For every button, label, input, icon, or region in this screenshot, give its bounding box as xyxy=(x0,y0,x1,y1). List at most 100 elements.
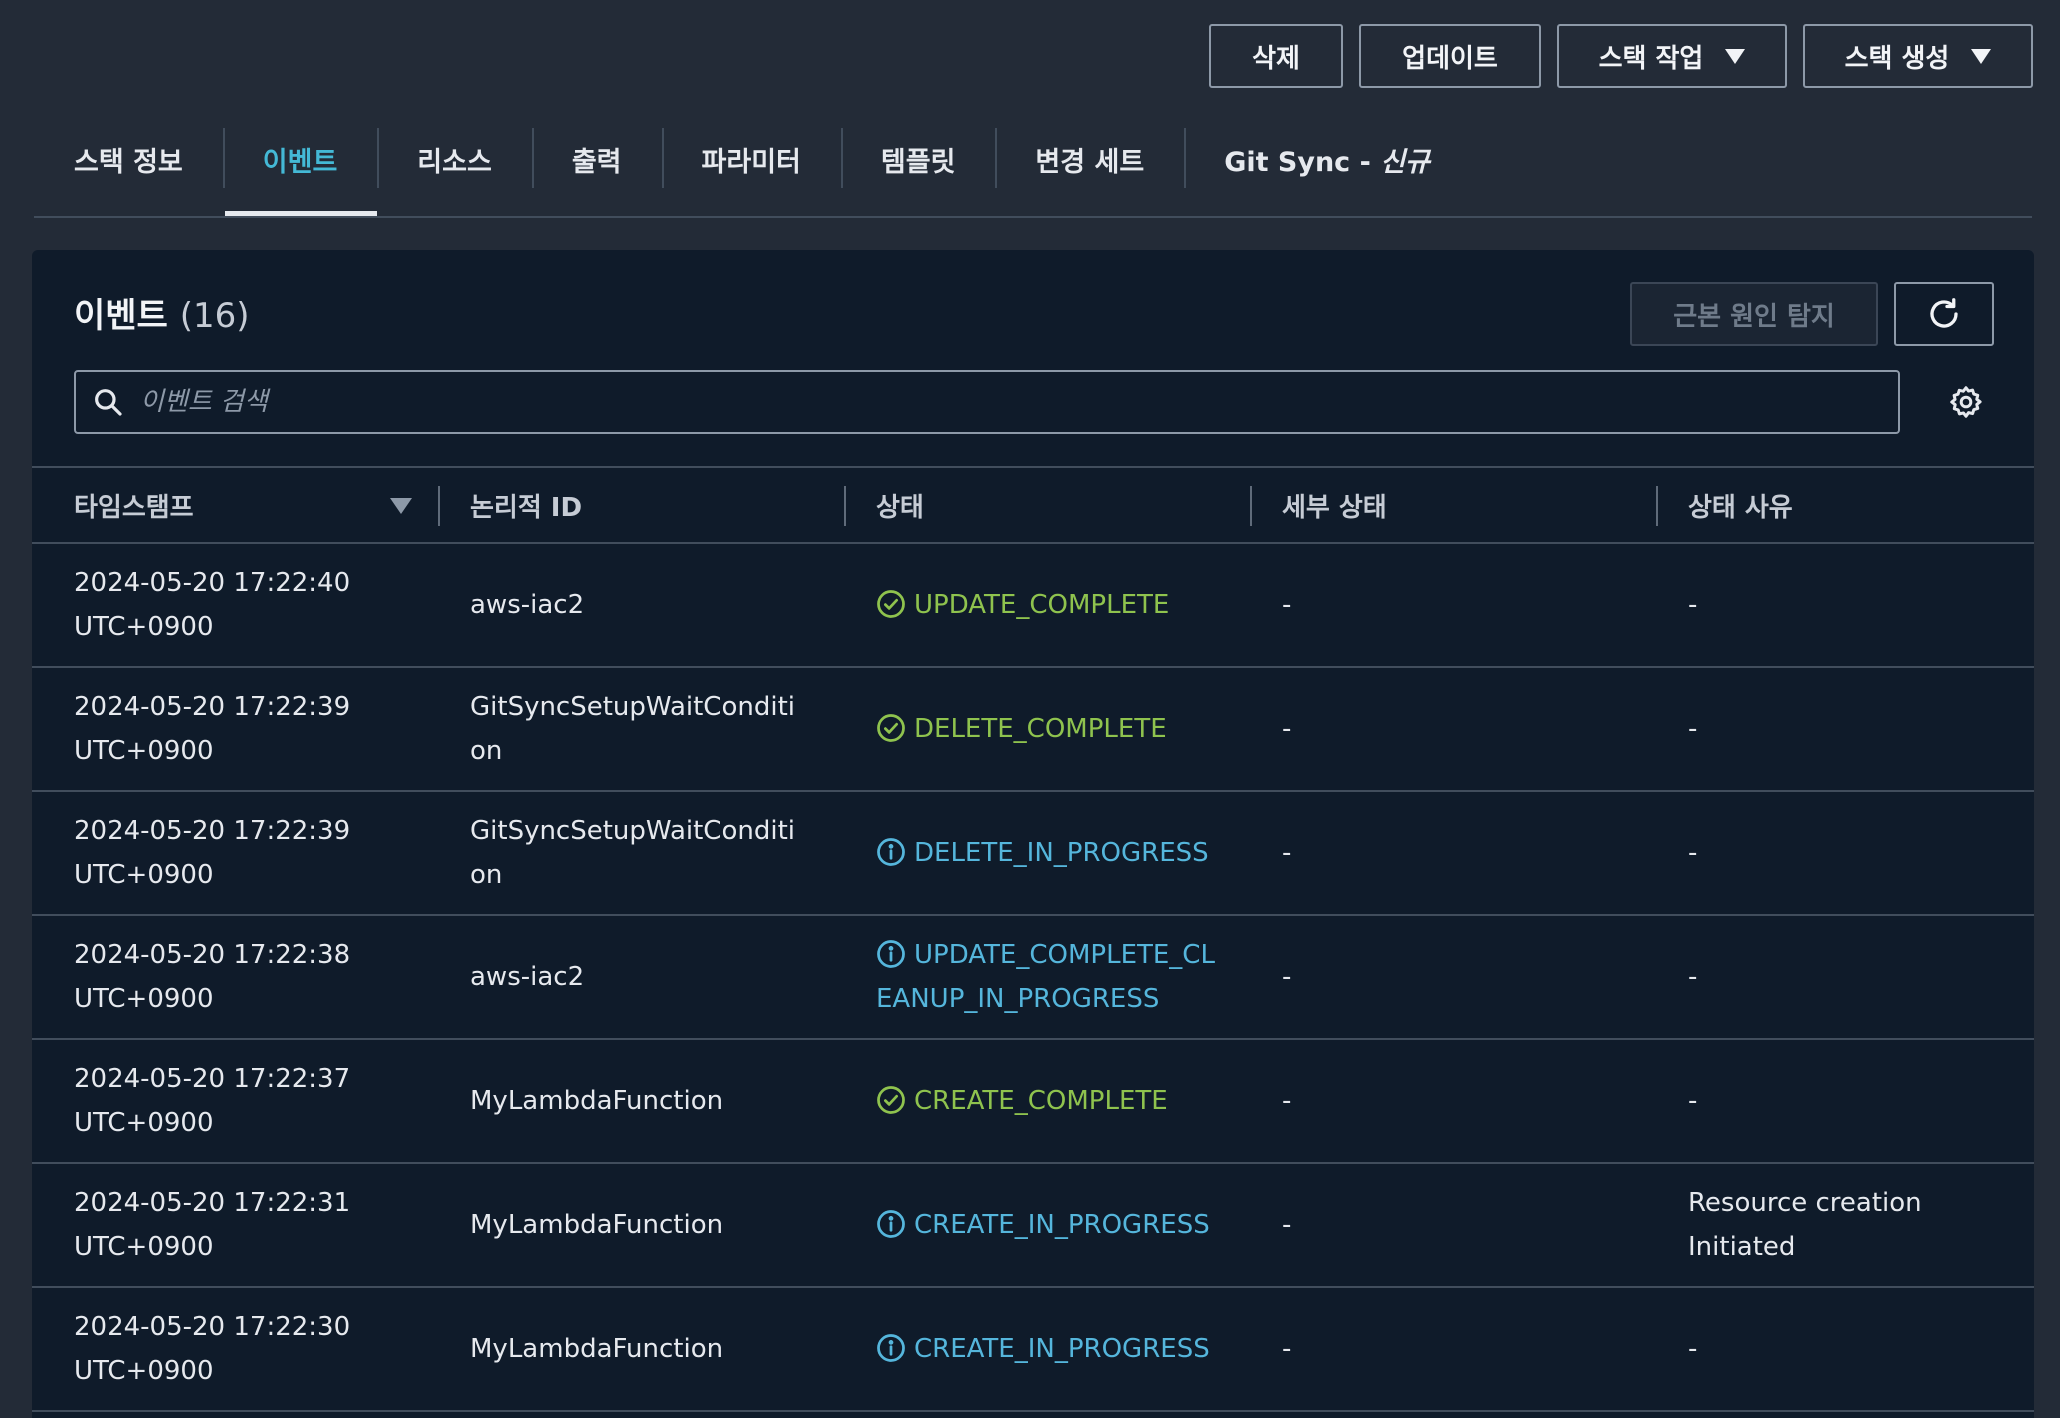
tab-events[interactable]: 이벤트 xyxy=(222,128,378,216)
event-count: (16) xyxy=(179,296,250,336)
status-text: DELETE_COMPLETE xyxy=(914,714,1167,744)
cell-detailed-status: - xyxy=(1282,714,1292,744)
tab-parameters[interactable]: 파라미터 xyxy=(661,128,841,214)
tab-stack-info[interactable]: 스택 정보 xyxy=(34,128,223,214)
table-row: 2024-05-20 17:22:31 UTC+0900 MyLambdaFun… xyxy=(32,1164,2034,1288)
cell-status: CREATE_IN_PROGRESS xyxy=(846,1164,1252,1286)
stack-actions-toolbar: 삭제 업데이트 스택 작업 스택 생성 xyxy=(1209,24,2033,88)
tab-label: 리소스 xyxy=(417,147,492,178)
header-status-reason[interactable]: 상태 사유 xyxy=(1658,468,2034,542)
cell-detailed-status: - xyxy=(1282,1210,1292,1240)
gear-icon xyxy=(1950,386,1982,418)
cell-logical-id: MyLambdaFunction xyxy=(470,1086,724,1116)
cell-logical-id: MyLambdaFunction xyxy=(470,1210,724,1240)
delete-button-label: 삭제 xyxy=(1252,43,1300,74)
cell-status-reason: - xyxy=(1688,1086,1698,1116)
status-text: UPDATE_COMPLETE xyxy=(914,590,1170,620)
tab-label: 변경 세트 xyxy=(1035,147,1145,178)
cell-status: DELETE_COMPLETE xyxy=(846,668,1252,790)
caret-down-icon xyxy=(1971,48,1992,64)
table-row: 2024-05-20 17:22:37 UTC+0900 MyLambdaFun… xyxy=(32,1040,2034,1164)
cell-status: DELETE_IN_PROGRESS xyxy=(846,792,1252,914)
tab-git-sync-label: Git Sync - xyxy=(1224,147,1381,178)
stack-action-dropdown[interactable]: 스택 작업 xyxy=(1557,24,1787,88)
tab-git-sync[interactable]: Git Sync - 신규 xyxy=(1184,128,1470,214)
tab-label: 출력 xyxy=(571,147,622,178)
refresh-button[interactable] xyxy=(1894,282,1994,346)
cell-logical-id: aws-iac2 xyxy=(470,590,585,620)
status-indicator: CREATE_COMPLETE xyxy=(876,1079,1188,1123)
delete-button[interactable]: 삭제 xyxy=(1209,24,1343,88)
cell-logical-id: GitSyncSetupWaitCondition xyxy=(470,692,795,766)
status-indicator: CREATE_IN_PROGRESS xyxy=(876,1203,1230,1247)
create-stack-label: 스택 생성 xyxy=(1844,43,1950,74)
search-input[interactable] xyxy=(138,371,1898,433)
info-circle-icon xyxy=(877,838,905,866)
status-indicator: DELETE_COMPLETE xyxy=(876,707,1187,751)
panel-title-text: 이벤트 xyxy=(74,296,168,336)
header-detailed-status[interactable]: 세부 상태 xyxy=(1252,468,1658,542)
cell-detailed-status: - xyxy=(1282,962,1292,992)
stack-tabs: 스택 정보 이벤트 리소스 출력 파라미터 템플릿 변경 세트 Git Sync… xyxy=(34,128,2032,218)
tab-resources[interactable]: 리소스 xyxy=(377,128,532,214)
root-cause-detection-label: 근본 원인 탐지 xyxy=(1673,301,1835,332)
status-indicator: DELETE_IN_PROGRESS xyxy=(876,831,1229,875)
status-text: DELETE_IN_PROGRESS xyxy=(914,838,1209,868)
tab-change-sets[interactable]: 변경 세트 xyxy=(995,128,1184,214)
sort-descending-icon[interactable] xyxy=(390,498,412,514)
root-cause-detection-button[interactable]: 근본 원인 탐지 xyxy=(1630,282,1878,346)
stack-action-label: 스택 작업 xyxy=(1598,43,1704,74)
cell-status: UPDATE_COMPLETE_CLEANUP_IN_PROGRESS xyxy=(846,916,1252,1038)
table-row: 2024-05-20 17:22:39 UTC+0900 GitSyncSetu… xyxy=(32,668,2034,792)
check-circle-icon xyxy=(877,590,905,618)
cell-detailed-status: - xyxy=(1282,838,1292,868)
cell-status-reason: - xyxy=(1688,838,1698,868)
check-circle-icon xyxy=(877,714,905,742)
caret-down-icon xyxy=(1725,48,1746,64)
cell-detailed-status: - xyxy=(1282,1086,1292,1116)
cell-detailed-status: - xyxy=(1282,590,1292,620)
header-logical-id[interactable]: 논리적 ID xyxy=(440,468,846,542)
header-timestamp-label: 타임스탬프 xyxy=(74,492,194,523)
update-button[interactable]: 업데이트 xyxy=(1359,24,1541,88)
status-text: UPDATE_COMPLETE_CLEANUP_IN_PROGRESS xyxy=(876,940,1215,1014)
update-button-label: 업데이트 xyxy=(1402,43,1498,74)
create-stack-dropdown[interactable]: 스택 생성 xyxy=(1803,24,2033,88)
header-status-label: 상태 xyxy=(876,492,924,523)
cell-logical-id: GitSyncSetupWaitCondition xyxy=(470,816,795,890)
header-timestamp[interactable]: 타임스탬프 xyxy=(32,468,440,542)
cell-status: UPDATE_COMPLETE xyxy=(846,544,1252,666)
tab-outputs[interactable]: 출력 xyxy=(531,128,662,214)
tab-template[interactable]: 템플릿 xyxy=(840,128,996,214)
tab-label: 파라미터 xyxy=(701,147,801,178)
header-status-reason-label: 상태 사유 xyxy=(1688,492,1793,523)
status-indicator: CREATE_IN_PROGRESS xyxy=(876,1327,1230,1371)
refresh-icon xyxy=(1930,298,1958,328)
events-table: 타임스탬프 논리적 ID 상태 세부 상태 상태 사유 2024-05-20 1… xyxy=(32,466,2034,1412)
header-detailed-status-label: 세부 상태 xyxy=(1282,492,1387,523)
cell-timestamp: 2024-05-20 17:22:30 UTC+0900 xyxy=(74,1312,351,1386)
cell-timestamp: 2024-05-20 17:22:40 UTC+0900 xyxy=(74,568,351,642)
search-box xyxy=(74,370,1900,434)
table-settings-button[interactable] xyxy=(1946,382,1986,422)
cell-timestamp: 2024-05-20 17:22:39 UTC+0900 xyxy=(74,692,351,766)
cell-timestamp: 2024-05-20 17:22:37 UTC+0900 xyxy=(74,1064,351,1138)
tab-label: 이벤트 xyxy=(262,147,338,178)
cell-status-reason: - xyxy=(1688,962,1698,992)
info-circle-icon xyxy=(877,940,905,968)
check-circle-icon xyxy=(877,1086,905,1114)
info-circle-icon xyxy=(877,1334,905,1362)
table-row: 2024-05-20 17:22:39 UTC+0900 GitSyncSetu… xyxy=(32,792,2034,916)
table-header: 타임스탬프 논리적 ID 상태 세부 상태 상태 사유 xyxy=(32,466,2034,544)
status-indicator: UPDATE_COMPLETE_CLEANUP_IN_PROGRESS xyxy=(876,933,1236,1021)
status-text: CREATE_COMPLETE xyxy=(914,1086,1168,1116)
cell-status-reason: - xyxy=(1688,1334,1698,1364)
tab-label: Git Sync - 신규 xyxy=(1184,140,1470,179)
header-status[interactable]: 상태 xyxy=(846,468,1252,542)
status-indicator: UPDATE_COMPLETE xyxy=(876,583,1189,627)
cell-logical-id: aws-iac2 xyxy=(470,962,585,992)
table-row: 2024-05-20 17:22:40 UTC+0900 aws-iac2 UP… xyxy=(32,544,2034,668)
cell-timestamp: 2024-05-20 17:22:39 UTC+0900 xyxy=(74,816,351,890)
tab-label: 템플릿 xyxy=(880,147,956,178)
info-circle-icon xyxy=(877,1210,905,1238)
